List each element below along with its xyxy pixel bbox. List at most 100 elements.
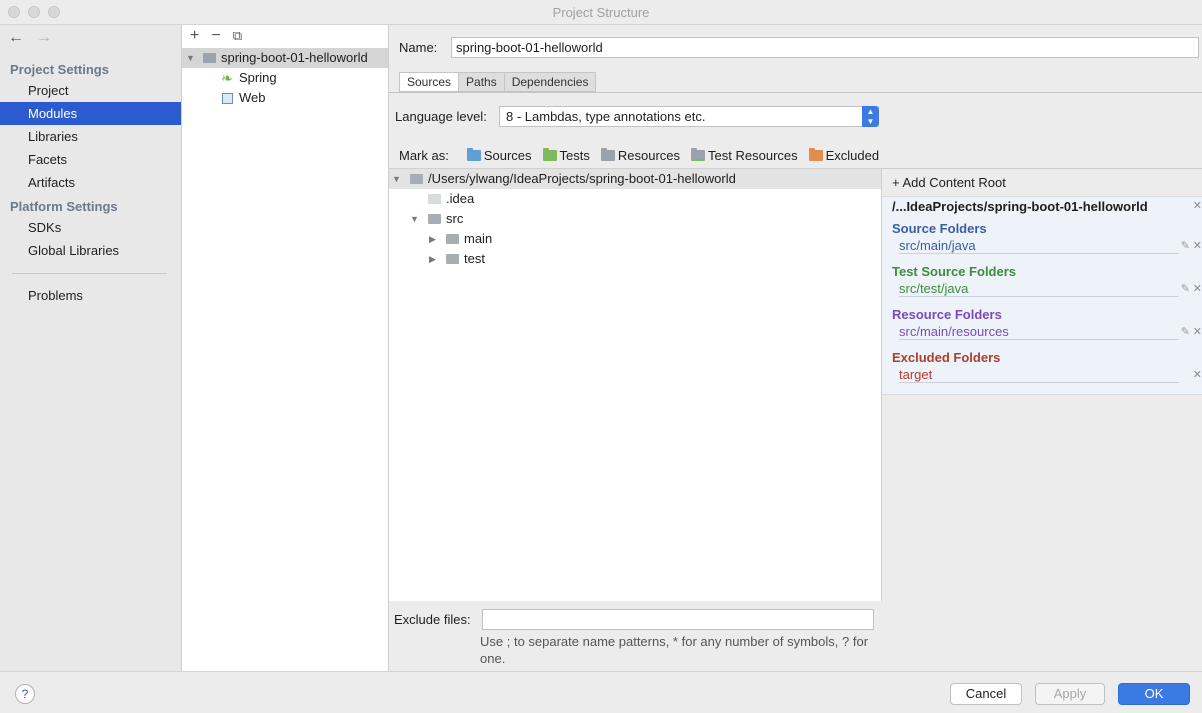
language-level-select[interactable]: 8 - Lambdas, type annotations etc. ▲ ▼ [499, 106, 879, 127]
tree-row-test[interactable]: ▶ test [389, 249, 881, 269]
sidebar-item-modules[interactable]: Modules [0, 102, 181, 125]
title-bar: Project Structure [0, 0, 1202, 25]
remove-root-icon[interactable]: ✕ [1193, 199, 1202, 212]
mark-tests-label: Tests [559, 148, 590, 163]
remove-folder-icon[interactable]: ✕ [1193, 368, 1202, 381]
edit-pencil-icon[interactable]: ✎ [1181, 282, 1190, 295]
module-row[interactable]: ▼ spring-boot-01-helloworld [182, 48, 388, 68]
folder-icon [428, 214, 441, 224]
chevron-updown-icon[interactable]: ▲ ▼ [862, 106, 879, 127]
tab-dependencies[interactable]: Dependencies [503, 72, 597, 92]
module-folder-icon [203, 53, 216, 63]
sidebar-divider [12, 273, 167, 274]
folder-icon [410, 174, 423, 184]
collapse-arrow-icon[interactable]: ▼ [410, 209, 419, 229]
content-root-path: /...IdeaProjects/spring-boot-01-hellowor… [892, 199, 1148, 214]
web-facet-icon [222, 93, 233, 104]
test-source-folders-title: Test Source Folders [892, 264, 1017, 279]
module-name-input[interactable]: spring-boot-01-helloworld [451, 37, 1199, 58]
mark-test-resources-button[interactable]: Test Resources [691, 148, 798, 163]
sidebar-item-problems[interactable]: Problems [0, 284, 181, 307]
window-title: Project Structure [552, 5, 650, 20]
tree-label: /Users/ylwang/IdeaProjects/spring-boot-0… [428, 171, 736, 186]
add-module-icon[interactable]: + [190, 25, 199, 47]
sidebar-item-project[interactable]: Project [0, 79, 181, 102]
excluded-folders-title: Excluded Folders [892, 350, 1001, 365]
language-level-label: Language level: [395, 109, 487, 124]
remove-folder-icon[interactable]: ✕ [1193, 282, 1202, 295]
mark-tests-button[interactable]: Tests [542, 148, 590, 163]
sidebar-item-artifacts[interactable]: Artifacts [0, 171, 181, 194]
tree-label: .idea [446, 191, 475, 206]
name-label: Name: [399, 40, 438, 55]
edit-pencil-icon[interactable]: ✎ [1181, 239, 1190, 252]
tab-sources[interactable]: Sources [399, 72, 460, 92]
expand-arrow-icon[interactable]: ▼ [186, 48, 195, 68]
module-name-label: spring-boot-01-helloworld [221, 50, 368, 65]
expand-arrow-icon[interactable]: ▶ [429, 229, 436, 249]
tree-row-src[interactable]: ▼ src [389, 209, 881, 229]
facet-label: Spring [239, 70, 277, 85]
sidebar-item-global-libraries[interactable]: Global Libraries [0, 239, 181, 262]
mark-sources-label: Sources [483, 148, 532, 163]
test-resources-folder-icon [691, 148, 706, 161]
facet-row-web[interactable]: Web [182, 88, 388, 108]
mark-as-label: Mark as: [399, 148, 449, 163]
exclude-files-input[interactable] [482, 609, 874, 630]
remove-folder-icon[interactable]: ✕ [1193, 239, 1202, 252]
section-platform-settings: Platform Settings [10, 199, 118, 214]
ok-button[interactable]: OK [1118, 683, 1190, 705]
resource-folder-path[interactable]: src/main/resources [899, 324, 1009, 339]
sidebar-item-sdks[interactable]: SDKs [0, 216, 181, 239]
facet-row-spring[interactable]: ❧ Spring [182, 68, 388, 88]
tab-paths[interactable]: Paths [458, 72, 505, 92]
facet-label: Web [239, 90, 266, 105]
forward-arrow-icon[interactable]: → [36, 29, 52, 47]
source-folder-path[interactable]: src/main/java [899, 238, 976, 253]
mark-resources-label: Resources [617, 148, 681, 163]
sidebar-item-libraries[interactable]: Libraries [0, 125, 181, 148]
collapse-arrow-icon[interactable]: ▼ [392, 169, 401, 189]
mark-test-resources-label: Test Resources [708, 148, 798, 163]
folder-icon [446, 234, 459, 244]
tree-row-root[interactable]: ▼ /Users/ylwang/IdeaProjects/spring-boot… [389, 169, 881, 189]
folder-icon [428, 194, 441, 204]
tests-folder-icon [542, 148, 557, 161]
mark-as-bar: Mark as: Sources Tests Resources Test Re… [399, 148, 879, 163]
excluded-folder-icon [808, 148, 823, 161]
source-folders-title: Source Folders [892, 221, 987, 236]
cancel-button[interactable]: Cancel [950, 683, 1022, 705]
dialog-button-bar: ? Cancel Apply OK [0, 671, 1202, 713]
mark-excluded-label: Excluded [825, 148, 880, 163]
help-icon[interactable]: ? [15, 684, 35, 704]
mark-sources-button[interactable]: Sources [466, 148, 532, 163]
apply-button[interactable]: Apply [1035, 683, 1105, 705]
exclude-files-label: Exclude files: [394, 612, 471, 627]
module-settings: Name: spring-boot-01-helloworld Sources … [389, 25, 1202, 671]
content-roots-panel: + Add Content Root /...IdeaProjects/spri… [882, 168, 1202, 671]
sidebar-item-facets[interactable]: Facets [0, 148, 181, 171]
modules-panel: + − ⧉ ▼ spring-boot-01-helloworld ❧ Spring… [182, 25, 389, 671]
sources-folder-icon [466, 148, 481, 161]
folder-icon [446, 254, 459, 264]
test-source-folder-path[interactable]: src/test/java [899, 281, 968, 296]
remove-module-icon[interactable]: − [211, 25, 220, 47]
resource-folders-title: Resource Folders [892, 307, 1002, 322]
spring-leaf-icon: ❧ [221, 70, 233, 86]
add-content-root-button[interactable]: + Add Content Root [892, 175, 1006, 190]
back-arrow-icon[interactable]: ← [8, 29, 24, 47]
tree-label: main [464, 231, 493, 246]
edit-pencil-icon[interactable]: ✎ [1181, 325, 1190, 338]
tree-row-idea[interactable]: .idea [389, 189, 881, 209]
content-root-tree: ▼ /Users/ylwang/IdeaProjects/spring-boot… [389, 168, 882, 601]
tab-divider [389, 92, 1202, 93]
mark-resources-button[interactable]: Resources [600, 148, 681, 163]
expand-arrow-icon[interactable]: ▶ [429, 249, 436, 269]
excluded-folder-path[interactable]: target [899, 367, 932, 382]
mark-excluded-button[interactable]: Excluded [808, 148, 880, 163]
settings-sidebar: ← → Project Settings Project Modules Libr… [0, 25, 182, 671]
tree-label: src [446, 211, 464, 226]
tree-row-main[interactable]: ▶ main [389, 229, 881, 249]
remove-folder-icon[interactable]: ✕ [1193, 325, 1202, 338]
copy-module-icon[interactable]: ⧉ [233, 25, 242, 47]
